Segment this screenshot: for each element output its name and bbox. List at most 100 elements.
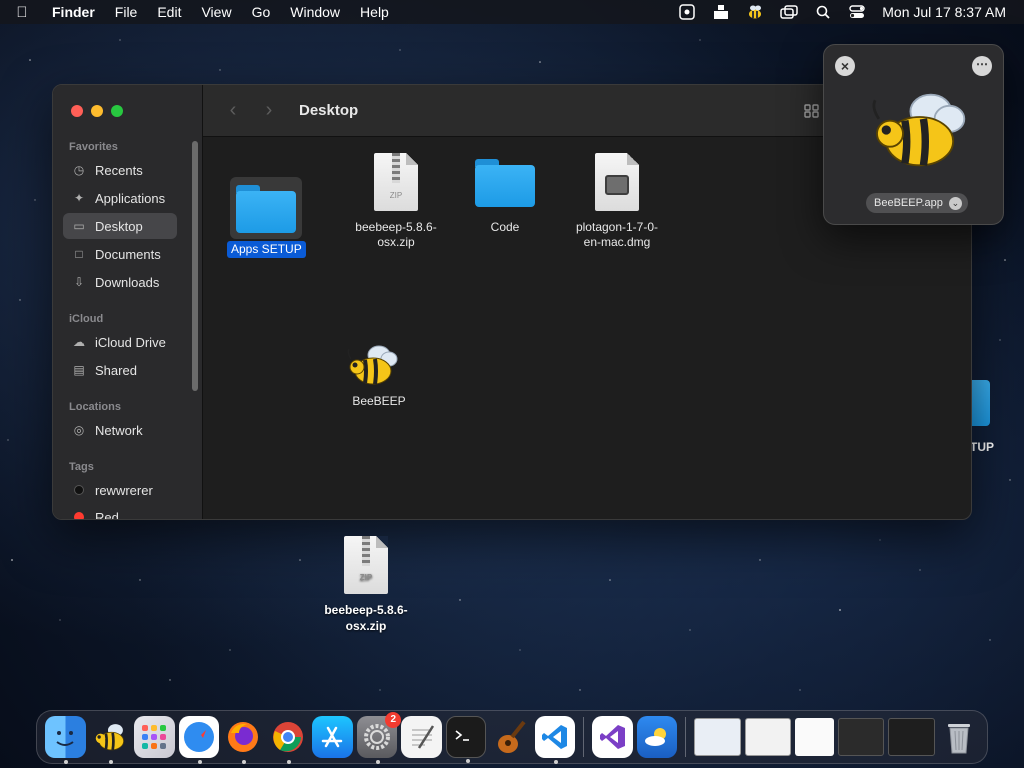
file-label: plotagon-1-7-0- en-mac.dmg <box>575 220 659 249</box>
sidebar-item-label: Downloads <box>95 274 160 290</box>
sidebar-header-locations: Locations <box>69 401 121 413</box>
textedit-dock-icon[interactable] <box>401 716 442 758</box>
sidebar-header-favorites: Favorites <box>69 141 118 153</box>
beebeep-status-icon[interactable] <box>746 4 764 20</box>
sidebar-item-label: Recents <box>95 162 143 178</box>
sidebar-item-recents[interactable]: ◷ Recents <box>63 157 177 183</box>
sidebar-scrollbar[interactable] <box>192 141 198 391</box>
sidebar-item-network[interactable]: ◎ Network <box>63 417 177 443</box>
beebeep-dock-icon[interactable] <box>90 716 131 764</box>
search-icon[interactable] <box>814 4 832 20</box>
sidebar-item-label: Network <box>95 422 143 438</box>
file-item-beebeep-app[interactable]: BeeBEEP <box>341 341 406 410</box>
folder-icon <box>475 157 535 207</box>
tag-color-dot <box>74 485 84 495</box>
firefox-dock-icon[interactable] <box>223 716 264 764</box>
beebeep-app-icon <box>343 341 399 389</box>
cloud-icon: ☁ <box>73 335 85 349</box>
weather-dock-icon[interactable] <box>636 716 678 758</box>
icon-grid-icon <box>804 103 819 118</box>
file-label: beebeep-5.8.6- osx.zip <box>355 220 437 249</box>
apple-menu-icon[interactable]:  <box>0 4 44 21</box>
sidebar-header-tags: Tags <box>69 461 94 473</box>
sidebar-item-downloads[interactable]: ⇩ Downloads <box>63 269 177 295</box>
dock: 2 <box>36 710 988 764</box>
menu-edit[interactable]: Edit <box>147 4 191 20</box>
finder-sidebar: Favorites ◷ Recents ✦ Applications ▭ Des… <box>53 85 203 519</box>
quick-look-filename-button[interactable]: BeeBEEP.app ⌄ <box>866 193 968 213</box>
desktop-folder-label[interactable]: TUP <box>970 440 994 454</box>
sidebar-item-applications[interactable]: ✦ Applications <box>63 185 177 211</box>
tag-color-dot <box>74 512 84 519</box>
menu-window[interactable]: Window <box>280 4 350 20</box>
minimized-window-thumbnail[interactable] <box>795 718 834 756</box>
clock-icon: ◷ <box>73 163 85 177</box>
sidebar-item-label: rewwrerer <box>95 482 153 498</box>
file-item-apps-setup[interactable]: Apps SETUP <box>227 177 306 258</box>
sidebar-item-label: Shared <box>95 362 137 378</box>
menu-go[interactable]: Go <box>242 4 281 20</box>
visual-studio-dock-icon[interactable] <box>592 716 633 758</box>
sidebar-item-icloud-drive[interactable]: ☁ iCloud Drive <box>63 329 177 355</box>
document-icon: □ <box>75 247 83 261</box>
file-icon-wrap <box>230 177 303 239</box>
minimize-window-button[interactable] <box>91 105 103 117</box>
file-label: Apps SETUP <box>227 241 306 258</box>
chrome-dock-icon[interactable] <box>268 716 309 764</box>
sidebar-item-shared[interactable]: ▤ Shared <box>63 357 177 383</box>
chevron-down-icon: ⌄ <box>948 196 962 210</box>
window-title: Desktop <box>299 102 359 119</box>
launchpad-dock-icon[interactable] <box>134 716 175 758</box>
quick-look-more-button[interactable]: ⋯ <box>972 56 992 76</box>
finder-dock-icon[interactable] <box>45 716 86 764</box>
menu-file[interactable]: File <box>105 4 148 20</box>
quick-look-filename: BeeBEEP.app <box>874 197 943 209</box>
dmg-file-icon <box>595 153 639 211</box>
vscode-dock-icon[interactable] <box>534 716 576 764</box>
menu-view[interactable]: View <box>191 4 241 20</box>
terminal-dock-icon[interactable] <box>445 716 487 763</box>
trash-dock-icon[interactable] <box>939 716 980 758</box>
folder-icon <box>236 183 297 233</box>
desktop-item-beebeep-zip[interactable]: ZIP beebeep-5.8.6- osx.zip <box>312 536 420 634</box>
zoom-window-button[interactable] <box>111 105 123 117</box>
minimized-window-thumbnail[interactable] <box>744 718 792 756</box>
windows-icon[interactable] <box>780 4 798 20</box>
close-window-button[interactable] <box>71 105 83 117</box>
app-store-dock-icon[interactable] <box>312 716 353 758</box>
control-center-icon[interactable] <box>848 4 866 20</box>
forward-button[interactable]: › <box>251 99 287 122</box>
sidebar-item-label: Desktop <box>95 218 143 234</box>
sidebar-item-documents[interactable]: □ Documents <box>63 241 177 267</box>
back-button[interactable]: ‹ <box>215 99 251 122</box>
desktop-icon: ▭ <box>73 219 85 233</box>
minimized-window-thumbnail[interactable] <box>694 718 741 756</box>
file-label: BeeBEEP <box>352 394 406 408</box>
zip-file-icon: ZIP <box>374 153 418 211</box>
system-settings-dock-icon[interactable]: 2 <box>356 712 402 764</box>
quick-look-panel: × ⋯ BeeBEEP.app ⌄ <box>823 44 1004 225</box>
file-item-beebeep-zip[interactable]: ZIP beebeep-5.8.6- osx.zip <box>351 153 441 251</box>
input-menu-icon[interactable] <box>712 4 730 20</box>
notification-badge: 2 <box>385 712 402 728</box>
menu-help[interactable]: Help <box>350 4 399 20</box>
minimized-window-thumbnail[interactable] <box>888 718 935 756</box>
sidebar-item-label: Red <box>95 509 119 520</box>
sidebar-header-icloud: iCloud <box>69 313 104 325</box>
menu-clock[interactable]: Mon Jul 17 8:37 AM <box>882 4 1006 20</box>
shared-folder-icon: ▤ <box>73 363 85 377</box>
minimized-window-thumbnail[interactable] <box>837 718 885 756</box>
globe-icon: ◎ <box>73 423 85 437</box>
sidebar-tag-red[interactable]: Red <box>63 504 177 520</box>
file-item-plotagon-dmg[interactable]: plotagon-1-7-0- en-mac.dmg <box>569 153 665 251</box>
quick-look-close-button[interactable]: × <box>835 56 855 76</box>
garageband-dock-icon[interactable] <box>490 716 531 758</box>
safari-dock-icon[interactable] <box>178 716 220 764</box>
sidebar-item-desktop[interactable]: ▭ Desktop <box>63 213 177 239</box>
menu-app-name[interactable]: Finder <box>44 4 105 20</box>
sidebar-tag-rewwrerer[interactable]: rewwrerer <box>63 477 177 503</box>
zip-file-icon: ZIP <box>344 536 388 594</box>
file-item-code[interactable]: Code <box>475 157 535 236</box>
screen-record-icon[interactable] <box>678 4 696 20</box>
dock-separator <box>583 717 585 757</box>
